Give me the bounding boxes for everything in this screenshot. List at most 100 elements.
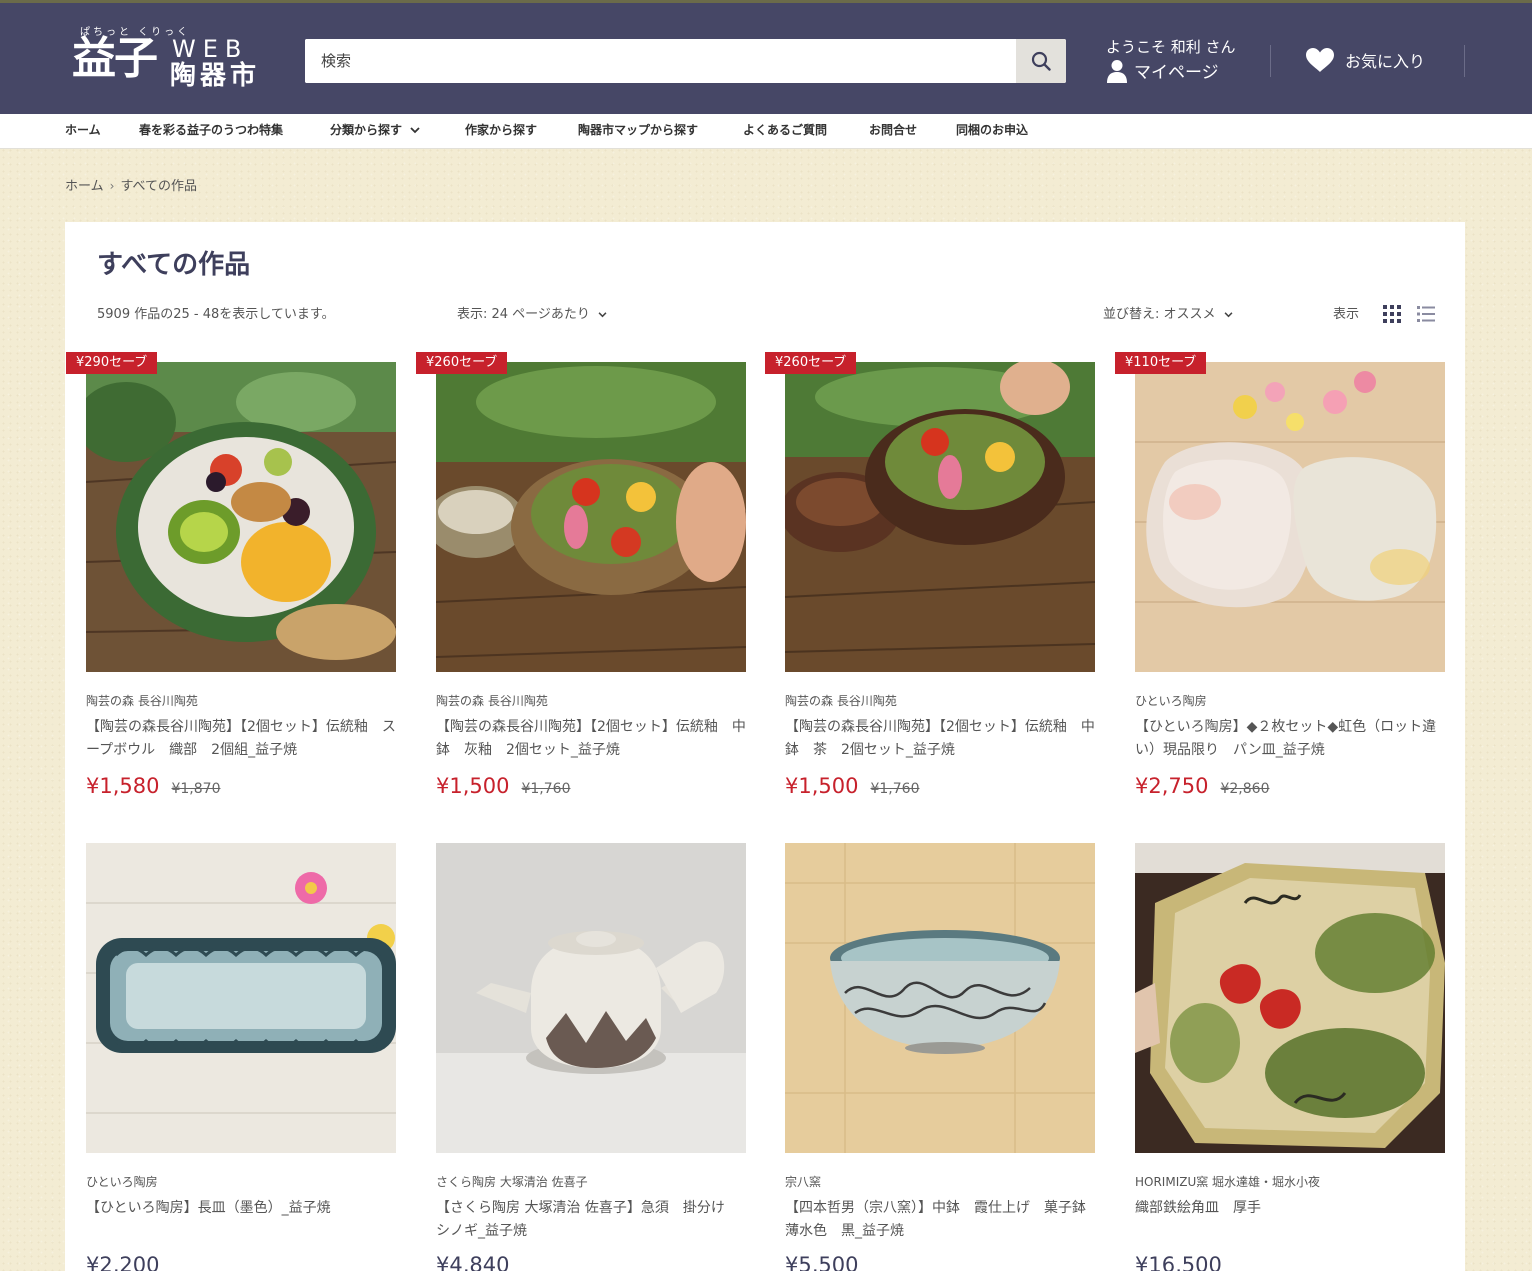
product-card[interactable]: HORIMIZU窯 堀水達雄・堀水小夜 織部鉄絵角皿 厚手 ¥16,500	[1135, 843, 1445, 1271]
chevron-down-icon	[1224, 311, 1232, 317]
product-title[interactable]: 【陶芸の森長谷川陶苑】【2個セット】伝統釉 中鉢 茶 2個セット_益子焼	[785, 716, 1100, 762]
price-row: ¥2,200	[86, 1253, 159, 1271]
nav-item-categories[interactable]: 分類から探す	[330, 114, 420, 149]
result-count: 5909 作品の25 - 48を表示しています。	[97, 307, 335, 322]
product-vendor[interactable]: 陶芸の森 長谷川陶苑	[436, 692, 756, 709]
per-page-select[interactable]: 表示: 24 ページあたり	[457, 303, 607, 322]
sale-price: ¥1,500	[785, 774, 859, 798]
sale-badge: ¥290セーブ	[66, 352, 158, 374]
price: ¥16,500	[1135, 1253, 1222, 1271]
nav-item-bundle[interactable]: 同梱のお申込	[956, 114, 1028, 149]
price-row: ¥1,580 ¥1,870	[86, 774, 220, 798]
chevron-down-icon	[598, 311, 607, 317]
nav-item-spring-feature[interactable]: 春を彩る益子のうつわ特集	[139, 114, 283, 149]
sale-badge: ¥260セーブ	[416, 352, 508, 374]
product-vendor[interactable]: 陶芸の森 長谷川陶苑	[86, 692, 406, 709]
product-vendor[interactable]: ひといろ陶房	[1135, 692, 1455, 709]
compare-price: ¥1,760	[521, 781, 571, 797]
nav-label: 分類から探す	[330, 123, 403, 137]
welcome-text: ようこそ 和利 さん	[1106, 38, 1236, 56]
logo-web-text: WEB	[172, 35, 249, 63]
sort-select[interactable]: 並び替え: オススメ	[1103, 303, 1233, 322]
mypage-link[interactable]: マイページ	[1106, 58, 1219, 83]
product-vendor[interactable]: 陶芸の森 長谷川陶苑	[785, 692, 1105, 709]
product-title[interactable]: 【ひといろ陶房】長皿（墨色）_益子焼	[86, 1197, 401, 1220]
account-area: ようこそ 和利 さん マイページ	[1106, 36, 1236, 83]
product-vendor[interactable]: ひといろ陶房	[86, 1173, 406, 1190]
person-icon	[1107, 59, 1127, 83]
product-card[interactable]: ひといろ陶房 【ひといろ陶房】長皿（墨色）_益子焼 ¥2,200	[86, 843, 396, 1271]
product-image[interactable]	[436, 843, 746, 1153]
page-title: すべての作品	[97, 250, 251, 280]
product-card[interactable]: さくら陶房 大塚清治 佐喜子 【さくら陶房 大塚清治 佐喜子】急須 掛分け シノ…	[436, 843, 746, 1271]
price: ¥4,840	[436, 1253, 510, 1271]
product-image[interactable]	[785, 843, 1095, 1153]
product-image[interactable]	[1135, 362, 1445, 672]
product-title[interactable]: 【陶芸の森長谷川陶苑】【2個セット】伝統釉 中鉢 灰釉 2個セット_益子焼	[436, 716, 751, 762]
sort-label: 並び替え: オススメ	[1103, 307, 1216, 322]
product-card[interactable]: 宗八窯 【四本哲男（宗八窯）】中鉢 霞仕上げ 菓子鉢 薄水色 黒_益子焼 ¥5,…	[785, 843, 1100, 1271]
nav-item-artists[interactable]: 作家から探す	[465, 114, 537, 149]
view-mode-label: 表示	[1333, 307, 1360, 322]
product-title[interactable]: 【ひといろ陶房】◆２枚セット◆虹色（ロット違い）現品限り パン皿_益子焼	[1135, 716, 1450, 762]
sale-badge: ¥110セーブ	[1115, 352, 1207, 374]
product-image[interactable]	[436, 362, 746, 672]
product-image[interactable]	[86, 362, 396, 672]
product-vendor[interactable]: HORIMIZU窯 堀水達雄・堀水小夜	[1135, 1173, 1455, 1190]
search-icon	[1031, 51, 1051, 71]
price-row: ¥16,500	[1135, 1253, 1222, 1271]
list-view-icon[interactable]	[1416, 304, 1436, 324]
compare-price: ¥1,760	[870, 781, 920, 797]
site-header: ぱちっと くりっく 益子 WEB 陶器市 ようこそ 和利 さん マイページ お気…	[0, 0, 1532, 114]
product-vendor[interactable]: 宗八窯	[785, 1173, 1105, 1190]
nav-label: 春を彩る益子のうつわ特集	[139, 123, 284, 137]
price-row: ¥2,750 ¥2,860	[1135, 774, 1269, 798]
product-card[interactable]: ¥110セーブ ひといろ陶房 【ひといろ陶房】◆２枚セット◆虹色（ロット違い）現	[1115, 352, 1445, 822]
product-title[interactable]: 織部鉄絵角皿 厚手	[1135, 1197, 1450, 1220]
header-divider	[1464, 45, 1465, 77]
logo-main-text: 益子	[72, 33, 158, 84]
price: ¥2,200	[86, 1253, 160, 1271]
search-button[interactable]	[1016, 39, 1066, 83]
sale-badge: ¥260セーブ	[765, 352, 857, 374]
nav-item-contact[interactable]: お問合せ	[869, 114, 917, 149]
product-image[interactable]	[86, 843, 396, 1153]
product-title[interactable]: 【陶芸の森長谷川陶苑】【2個セット】伝統釉 スープボウル 織部 2個組_益子焼	[86, 716, 401, 762]
product-image[interactable]	[785, 362, 1095, 672]
nav-label: よくあるご質問	[743, 123, 828, 137]
compare-price: ¥2,860	[1220, 781, 1270, 797]
sale-price: ¥2,750	[1135, 774, 1209, 798]
nav-label: 同梱のお申込	[956, 123, 1029, 137]
sale-price: ¥1,500	[436, 774, 510, 798]
chevron-down-icon	[410, 127, 420, 134]
product-card[interactable]: ¥260セーブ 陶芸の森 長谷川陶苑 【陶芸の森長谷川陶苑】【2個セット】伝統釉…	[416, 352, 746, 822]
product-card[interactable]: ¥260セーブ 陶芸の森 長谷川陶苑 【陶芸の森長谷川陶苑】【2個セット】伝統釉	[765, 352, 1095, 822]
breadcrumb-separator: ›	[109, 179, 115, 193]
product-title[interactable]: 【四本哲男（宗八窯）】中鉢 霞仕上げ 菓子鉢 薄水色 黒_益子焼	[785, 1197, 1100, 1243]
grid-view-icon[interactable]	[1382, 304, 1402, 324]
search-input[interactable]	[305, 39, 1016, 83]
product-vendor[interactable]: さくら陶房 大塚清治 佐喜子	[436, 1173, 756, 1190]
nav-item-map[interactable]: 陶器市マップから探す	[578, 114, 698, 149]
logo-sub-text: 陶器市	[170, 61, 261, 91]
breadcrumb-home[interactable]: ホーム	[65, 179, 104, 194]
nav-label: お問合せ	[869, 123, 918, 137]
product-title[interactable]: 【さくら陶房 大塚清治 佐喜子】急須 掛分け シノギ_益子焼	[436, 1197, 751, 1243]
heart-icon	[1306, 48, 1334, 72]
price: ¥5,500	[785, 1253, 859, 1271]
nav-item-home[interactable]: ホーム	[65, 114, 101, 149]
compare-price: ¥1,870	[171, 781, 221, 797]
breadcrumb-current: すべての作品	[120, 179, 198, 194]
price-row: ¥1,500 ¥1,760	[785, 774, 919, 798]
price-row: ¥5,500	[785, 1253, 858, 1271]
per-page-label: 表示: 24 ページあたり	[457, 307, 590, 322]
price-row: ¥1,500 ¥1,760	[436, 774, 570, 798]
favorites-link[interactable]: お気に入り	[1305, 47, 1425, 73]
nav-item-faq[interactable]: よくあるご質問	[743, 114, 827, 149]
nav-label: ホーム	[65, 123, 101, 137]
main-nav: ホーム 春を彩る益子のうつわ特集 分類から探す 作家から探す 陶器市マップから探…	[0, 114, 1532, 149]
site-logo[interactable]: ぱちっと くりっく 益子 WEB 陶器市	[72, 23, 272, 95]
product-card[interactable]: ¥290セーブ 陶芸の森 長谷川陶苑 【陶芸の森長谷川陶苑】【2個セット】伝統釉…	[66, 352, 396, 822]
sale-price: ¥1,580	[86, 774, 160, 798]
product-image[interactable]	[1135, 843, 1445, 1153]
